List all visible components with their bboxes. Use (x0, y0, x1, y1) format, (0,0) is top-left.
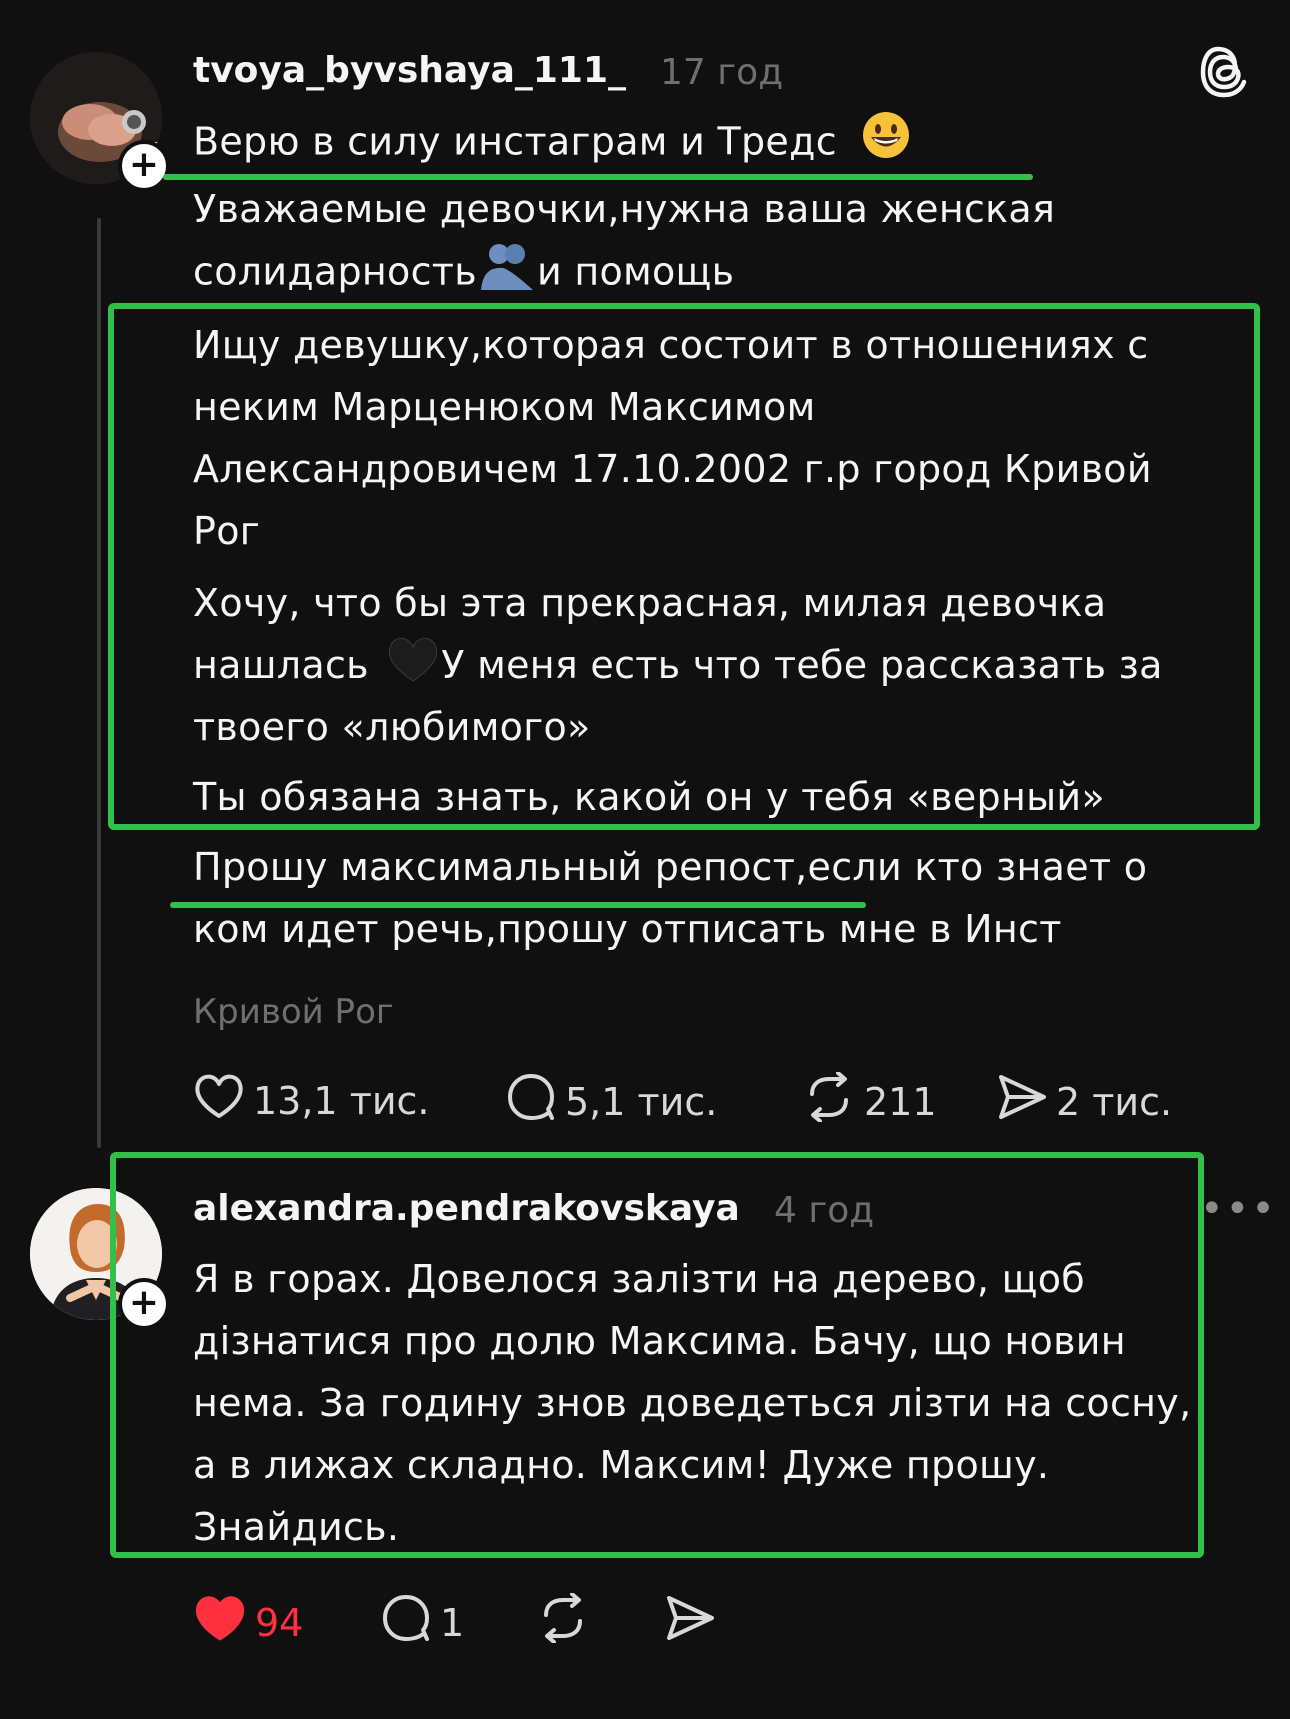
reply-time: 4 год (774, 1190, 875, 1231)
like-count: 13,1 тис. (253, 1078, 430, 1123)
post-line-13: ком идет речь,прошу отписать мне в Инст (193, 907, 1062, 951)
post-text: нашлась (193, 643, 369, 687)
reply-username[interactable]: alexandra.pendrakovskaya (193, 1188, 740, 1229)
post-line-12: Прошу максимальный репост,если кто знает… (193, 845, 1148, 889)
reply-line-4: а в лижах складно. Максим! Дуже прошу. (193, 1443, 1050, 1487)
post-text: солидарность (193, 249, 477, 294)
comment-count: 5,1 тис. (565, 1079, 718, 1124)
threads-logo-icon[interactable] (1200, 45, 1250, 103)
more-icon[interactable]: ••• (1200, 1186, 1277, 1232)
reply-like-button[interactable]: 94 (193, 1593, 303, 1652)
reply-line-3: нема. За годину знов доведеться лізти на… (193, 1381, 1192, 1425)
send-icon (664, 1593, 724, 1652)
post-line-9: нашлась У меня есть что тебе рассказать … (193, 634, 1163, 701)
thread-connector-line (97, 218, 101, 1148)
reply-like-count: 94 (255, 1600, 304, 1645)
post-line-5: неким Марценюком Максимом (193, 385, 816, 429)
reply-line-1: Я в горах. Довелося залізти на дерево, щ… (193, 1257, 1085, 1301)
post-line-3: солидарность и помощь (193, 240, 734, 308)
heart-icon (193, 1072, 253, 1129)
people-hugging-emoji-icon (477, 240, 537, 308)
post-username[interactable]: tvoya_byvshaya_111_ (193, 50, 626, 91)
post-line-2: Уважаемые девочки,нужна ваша женская (193, 187, 1056, 231)
follow-plus-icon[interactable]: + (118, 1278, 170, 1330)
reply-repost-button[interactable] (536, 1592, 598, 1652)
share-count: 2 тис. (1056, 1079, 1173, 1124)
reply-line-2: дізнатися про долю Максима. Бачу, що нов… (193, 1319, 1126, 1363)
post-line-10: твоего «любимого» (193, 705, 591, 749)
post-line-11: Ты обязана знать, какой он у тебя «верны… (193, 775, 1105, 819)
repost-icon (536, 1592, 598, 1652)
comment-bubble-icon (380, 1593, 440, 1652)
heart-filled-icon (193, 1593, 255, 1652)
post-line-7: Рог (193, 509, 261, 553)
share-button[interactable]: 2 тис. (996, 1072, 1172, 1131)
post-line-6: Александровичем 17.10.2002 г.р город Кри… (193, 447, 1152, 491)
like-button[interactable]: 13,1 тис. (193, 1072, 430, 1129)
reply-comment-count: 1 (440, 1600, 465, 1645)
reply-line-5: Знайдись. (193, 1505, 400, 1549)
post-line-8: Хочу, что бы эта прекрасная, милая девоч… (193, 581, 1107, 625)
black-heart-emoji-icon (387, 635, 439, 701)
repost-count: 211 (864, 1079, 937, 1124)
post-text: У меня есть что тебе рассказать за (441, 643, 1163, 687)
reply-share-button[interactable] (664, 1593, 724, 1652)
comment-bubble-icon (505, 1072, 565, 1131)
post-time: 17 год (660, 52, 784, 93)
comment-button[interactable]: 5,1 тис. (505, 1072, 717, 1131)
post-text: Верю в силу инстаграм и Тредс (193, 119, 837, 164)
post-line-4: Ищу девушку,которая состоит в отношениях… (193, 323, 1149, 367)
follow-plus-icon[interactable]: + (118, 140, 170, 192)
post-line-1: Верю в силу инстаграм и Тредс (193, 110, 911, 178)
send-icon (996, 1072, 1056, 1131)
post-text: и помощь (536, 249, 735, 294)
post-location[interactable]: Кривой Рог (193, 992, 394, 1032)
reply-comment-button[interactable]: 1 (380, 1593, 464, 1652)
repost-button[interactable]: 211 (802, 1071, 937, 1131)
grinning-emoji-icon (861, 110, 911, 178)
repost-icon (802, 1071, 864, 1131)
